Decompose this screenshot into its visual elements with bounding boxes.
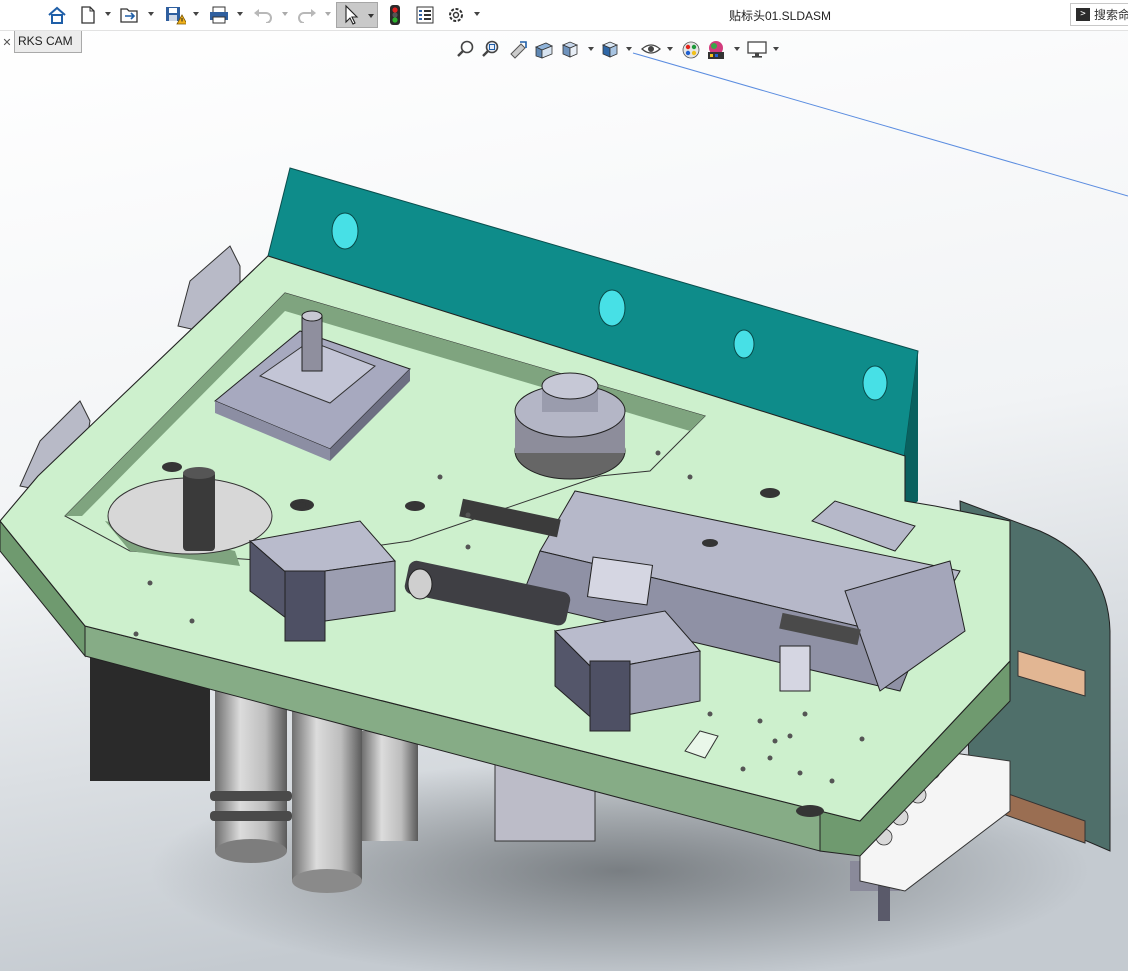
redo-dropdown-icon[interactable] bbox=[325, 12, 331, 16]
pin-icon[interactable]: ✕ bbox=[0, 31, 14, 53]
graphics-viewport[interactable] bbox=[0, 31, 1128, 971]
terminal-icon: > bbox=[1076, 8, 1090, 21]
search-commands-field[interactable]: > 搜索命 bbox=[1070, 3, 1128, 26]
view-orientation-icon[interactable] bbox=[560, 39, 582, 59]
select-button[interactable] bbox=[336, 2, 378, 28]
main-toolbar: 贴标头01.SLDASM > 搜索命 bbox=[0, 0, 1128, 31]
undo-dropdown-icon[interactable] bbox=[282, 12, 288, 16]
options-dropdown-icon[interactable] bbox=[474, 12, 480, 16]
hide-show-dropdown-icon[interactable] bbox=[667, 47, 673, 51]
command-manager-tabs: ✕ RKS CAM bbox=[0, 31, 82, 53]
options-gear-icon[interactable] bbox=[445, 4, 467, 26]
heads-up-view-toolbar bbox=[452, 37, 782, 63]
print-icon[interactable] bbox=[207, 4, 231, 26]
file-properties-icon[interactable] bbox=[414, 4, 436, 26]
cylinder-right bbox=[362, 731, 418, 841]
display-style-dropdown-icon[interactable] bbox=[626, 47, 632, 51]
section-view-icon[interactable] bbox=[534, 39, 554, 59]
undo-icon[interactable] bbox=[252, 4, 274, 26]
open-dropdown-icon[interactable] bbox=[148, 12, 154, 16]
home-icon[interactable] bbox=[46, 4, 68, 26]
save-icon[interactable] bbox=[163, 4, 187, 26]
cylinder-left bbox=[215, 691, 287, 851]
apply-scene-dropdown-icon[interactable] bbox=[734, 47, 740, 51]
shaft bbox=[183, 471, 215, 551]
view-settings-dropdown-icon[interactable] bbox=[773, 47, 779, 51]
view-orientation-dropdown-icon[interactable] bbox=[588, 47, 594, 51]
open-icon[interactable] bbox=[118, 4, 142, 26]
hide-show-items-icon[interactable] bbox=[640, 39, 662, 59]
display-style-icon[interactable] bbox=[600, 39, 620, 59]
zoom-to-area-icon[interactable] bbox=[481, 39, 501, 59]
apply-scene-icon[interactable] bbox=[705, 39, 727, 61]
new-dropdown-icon[interactable] bbox=[105, 12, 111, 16]
cylinder-middle bbox=[292, 711, 362, 881]
redo-icon[interactable] bbox=[296, 4, 318, 26]
save-dropdown-icon[interactable] bbox=[193, 12, 199, 16]
edit-appearance-icon[interactable] bbox=[680, 39, 702, 61]
new-document-icon[interactable] bbox=[78, 4, 98, 26]
traffic-light-icon[interactable] bbox=[386, 4, 404, 26]
zoom-to-fit-icon[interactable] bbox=[456, 39, 476, 59]
view-settings-icon[interactable] bbox=[746, 39, 768, 59]
select-arrow-icon bbox=[345, 4, 374, 25]
search-label: 搜索命 bbox=[1094, 8, 1128, 22]
previous-view-icon[interactable] bbox=[508, 39, 528, 59]
tab-cam[interactable]: RKS CAM bbox=[14, 31, 82, 53]
document-title: 贴标头01.SLDASM bbox=[728, 9, 832, 23]
print-dropdown-icon[interactable] bbox=[237, 12, 243, 16]
